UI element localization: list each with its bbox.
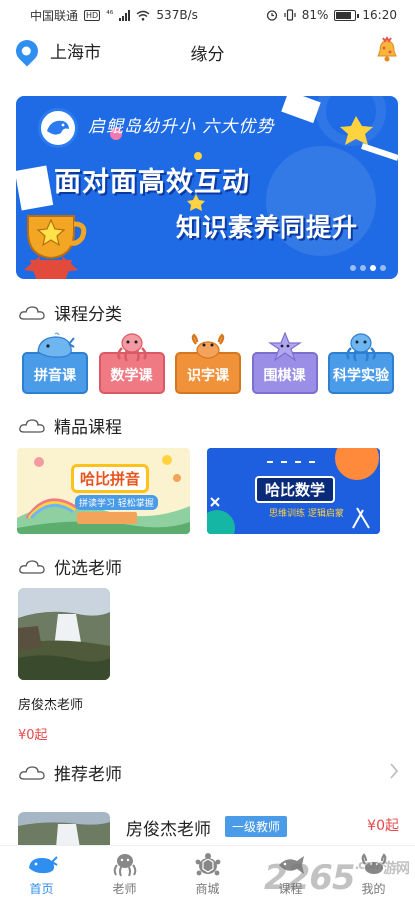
course-card-math[interactable]: 哈比数学 思维训练 逻辑启蒙 [207,448,380,534]
watermark-suffix: .com [354,858,384,872]
waterfall-photo [18,812,110,848]
tab-label: 首页 [29,882,54,896]
top-bar: 缘分 上海市 [0,32,415,70]
octopus-icon [116,333,147,362]
section-premium-header: 精品课程 [18,413,122,438]
octopus-icon [113,854,136,877]
whale-icon [37,332,75,358]
section-title: 精品课程 [54,418,122,438]
city-label: 上海市 [50,43,101,63]
cloud-icon [19,305,45,320]
teacher-price: ¥0起 [18,728,48,743]
carousel-dot[interactable] [370,265,376,271]
teacher-photo[interactable] [18,588,110,680]
brand-logo [38,108,78,148]
carousel-dots [350,265,386,271]
carousel-dot[interactable] [350,265,356,271]
course-title: 哈比拼音 [71,464,150,493]
recommended-teacher-price: ¥0起 [367,818,399,834]
tab-store[interactable]: 商城 [166,846,249,900]
banner-headline: 面对面高效互动 [54,167,250,198]
battery-icon [334,9,360,21]
course-subtitle: 思维训练 逻辑启蒙 [269,509,344,519]
category-go[interactable]: 围棋课 [251,332,318,394]
course-subtitle: 拼读学习 轻松掌握 [75,495,158,510]
chevron-right-icon[interactable] [389,762,399,780]
category-math[interactable]: 数学课 [98,332,165,394]
promo-banner[interactable]: 启鲲岛幼升小 六大优势 面对面高效互动 知识素养同提升 [16,96,398,279]
watermark-text: 2265 [263,858,356,898]
tab-teachers[interactable]: 老师 [83,846,166,900]
cloud-icon [19,418,45,433]
octopus-icon [346,333,376,362]
course-title: 哈比数学 [255,476,336,503]
section-title: 课程分类 [54,305,122,325]
hd-badge: HD [84,9,101,21]
recommended-teacher-name[interactable]: 房俊杰老师 [126,815,211,840]
wifi-icon [136,10,150,21]
watermark-site: 游网 [383,861,410,877]
city-selector[interactable]: 上海市 [11,34,101,67]
carrier-label: 中国联通 [30,8,79,23]
course-card-pinyin[interactable]: 哈比拼音 拼读学习 轻松掌握 [17,448,190,534]
recommended-teacher-photo[interactable] [18,812,110,848]
teacher-level-badge: 一级教师 [225,816,288,837]
cloud-icon [19,765,45,780]
section-selected-teachers-header: 优选老师 [18,554,122,579]
alarm-icon [266,10,277,21]
turtle-icon [195,853,220,876]
tab-home[interactable]: 首页 [0,846,83,900]
location-pin-icon [11,34,43,67]
net-speed: 537B/s [156,8,198,22]
section-title: 推荐老师 [54,765,122,785]
category-literacy[interactable]: 识字课 [175,332,241,394]
carousel-dot[interactable] [380,265,386,271]
tab-label: 商城 [195,882,220,896]
teacher-name[interactable]: 房俊杰老师 [18,694,83,713]
whale-icon [28,856,58,874]
cloud-icon [19,559,45,574]
bell-icon[interactable] [375,36,399,64]
waterfall-photo [18,588,110,680]
category-list: 拼音课 数学课 识字课 围棋课 科学实验 [22,332,394,396]
network-label: ⁴⁶ [106,10,114,20]
category-science[interactable]: 科学实验 [328,332,394,394]
tab-label: 老师 [112,882,137,896]
site-watermark: 2265.com游网 [263,858,410,898]
crab-icon [191,333,225,359]
signal-icon [119,9,131,21]
vibrate-icon [284,9,296,21]
starfish-icon [267,332,302,362]
banner-subline: 知识素养同提升 [176,213,359,242]
clock: 16:20 [362,8,397,22]
carousel-dot[interactable] [360,265,366,271]
section-recommended-header: 推荐老师 [18,760,122,785]
battery-percent: 81% [301,8,329,22]
section-categories-header: 课程分类 [18,300,122,325]
banner-tagline: 启鲲岛幼升小 六大优势 [88,117,275,137]
status-bar: 中国联通 HD ⁴⁶ 537B/s 81% 16:20 [0,0,415,30]
category-pinyin[interactable]: 拼音课 [22,332,88,394]
section-title: 优选老师 [54,559,122,579]
